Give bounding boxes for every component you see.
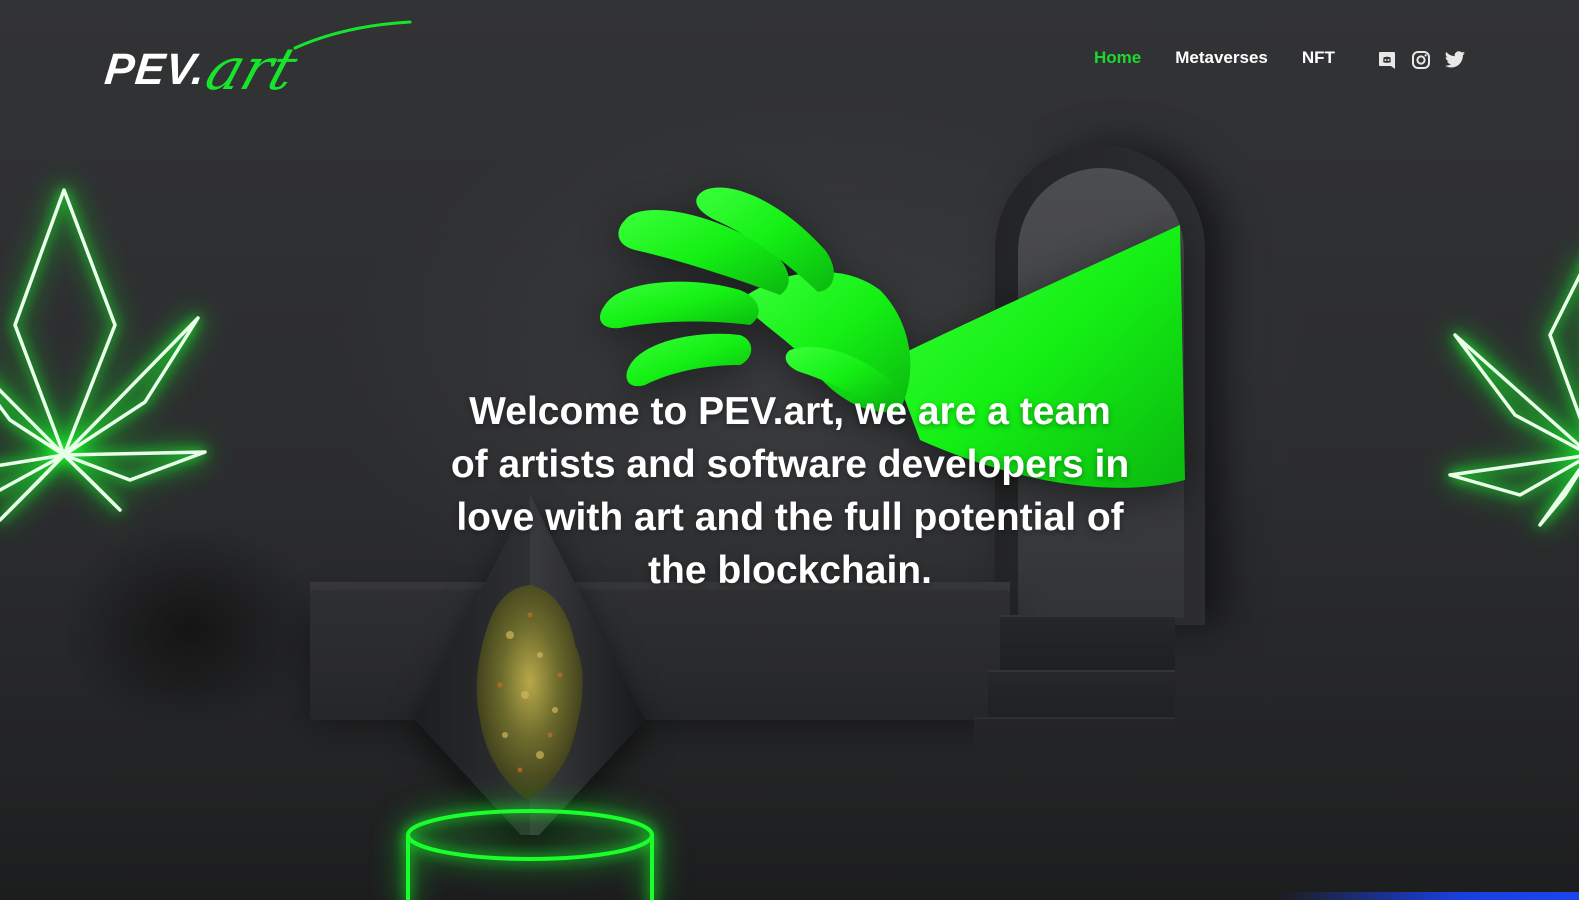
- hero-headline: Welcome to PEV.art, we are a team of art…: [410, 385, 1170, 597]
- neon-leaf-left: [0, 188, 207, 522]
- logo-swash: [293, 20, 412, 50]
- bottom-accent-bar: [1279, 892, 1579, 900]
- twitter-icon[interactable]: [1444, 49, 1466, 71]
- neon-pedestal: [406, 809, 654, 900]
- instagram-icon[interactable]: [1410, 49, 1432, 71]
- hero-scene: PEV. art Home Metaverses NFT Welcome to …: [0, 0, 1579, 900]
- social-links: [1376, 49, 1478, 71]
- site-logo[interactable]: PEV. art: [102, 18, 412, 108]
- discord-icon[interactable]: [1376, 49, 1398, 71]
- nav-home[interactable]: Home: [1094, 47, 1141, 69]
- site-header: PEV. art Home Metaverses NFT: [0, 0, 1579, 120]
- neon-leaf-right: [1448, 273, 1579, 527]
- nav-nft[interactable]: NFT: [1302, 47, 1335, 69]
- hero-line-4: the blockchain.: [648, 549, 932, 592]
- floor: [0, 690, 1579, 900]
- main-nav: Home Metaverses NFT: [1094, 47, 1369, 69]
- hero-line-1: Welcome to PEV.art, we are a team: [469, 390, 1111, 433]
- hero-line-3: love with art and the full potential of: [456, 496, 1124, 539]
- nav-metaverses[interactable]: Metaverses: [1175, 47, 1268, 69]
- hero-line-2: of artists and software developers in: [450, 443, 1130, 486]
